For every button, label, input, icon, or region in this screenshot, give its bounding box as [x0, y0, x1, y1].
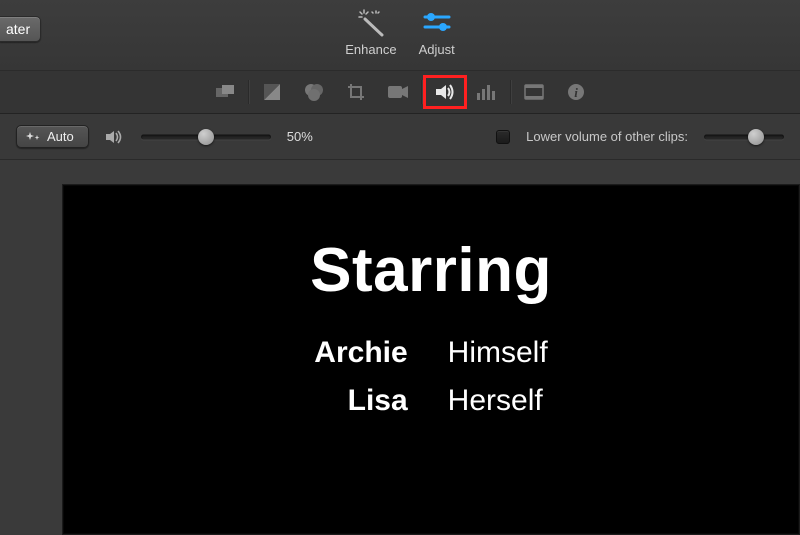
slider-knob[interactable]: [748, 129, 764, 145]
tab-crop[interactable]: [335, 76, 377, 108]
slider-track: [704, 134, 784, 139]
theater-button[interactable]: ater: [0, 16, 41, 42]
overlap-icon: [214, 83, 236, 101]
color-palette-icon: [303, 82, 325, 102]
tab-contrast[interactable]: [251, 76, 293, 108]
film-icon: [523, 83, 545, 101]
auto-button[interactable]: Auto: [16, 125, 89, 148]
adjust-tabs: i: [0, 70, 800, 114]
credit-role: Herself: [448, 384, 548, 418]
slider-knob[interactable]: [198, 129, 214, 145]
lower-volume-checkbox[interactable]: [496, 130, 510, 144]
tab-stabilize[interactable]: [377, 76, 419, 108]
enhance-tool[interactable]: Enhance: [345, 6, 396, 57]
volume-icon: [434, 82, 456, 102]
tab-overlap[interactable]: [204, 76, 246, 108]
contrast-icon: [262, 82, 282, 102]
info-icon: i: [566, 82, 586, 102]
enhance-label: Enhance: [345, 42, 396, 57]
credit-name: Archie: [314, 336, 407, 370]
tab-volume[interactable]: [424, 76, 466, 108]
crop-icon: [346, 82, 366, 102]
sliders-icon: [419, 6, 455, 40]
credit-role: Himself: [448, 336, 548, 370]
tab-color[interactable]: [293, 76, 335, 108]
separator: [248, 80, 249, 104]
equalizer-icon: [476, 83, 498, 101]
ducking-slider[interactable]: [704, 129, 784, 145]
credits-table: Archie Himself Lisa Herself: [314, 336, 547, 418]
camera-icon: [387, 84, 409, 100]
separator: [421, 80, 422, 104]
svg-text:i: i: [574, 85, 578, 100]
volume-slider[interactable]: [141, 129, 271, 145]
auto-button-label: Auto: [47, 129, 74, 144]
separator: [510, 80, 511, 104]
theater-button-label: ater: [6, 21, 30, 37]
tab-info[interactable]: i: [555, 76, 597, 108]
volume-controls: Auto 50% Lower volume of other clips:: [0, 114, 800, 160]
adjust-label: Adjust: [419, 42, 455, 57]
adjust-tool[interactable]: Adjust: [419, 6, 455, 57]
volume-icon: [105, 129, 125, 145]
sparkle-icon: [25, 130, 41, 144]
lower-volume-label: Lower volume of other clips:: [526, 129, 688, 144]
tab-clip-info[interactable]: [513, 76, 555, 108]
title-toolbar: ater Enhance: [0, 0, 800, 70]
magic-wand-icon: [345, 6, 396, 40]
volume-value: 50%: [287, 129, 335, 144]
credits-title: Starring: [310, 235, 552, 306]
preview-canvas: Starring Archie Himself Lisa Herself: [62, 184, 800, 535]
tab-equalizer[interactable]: [466, 76, 508, 108]
credit-name: Lisa: [314, 384, 407, 418]
